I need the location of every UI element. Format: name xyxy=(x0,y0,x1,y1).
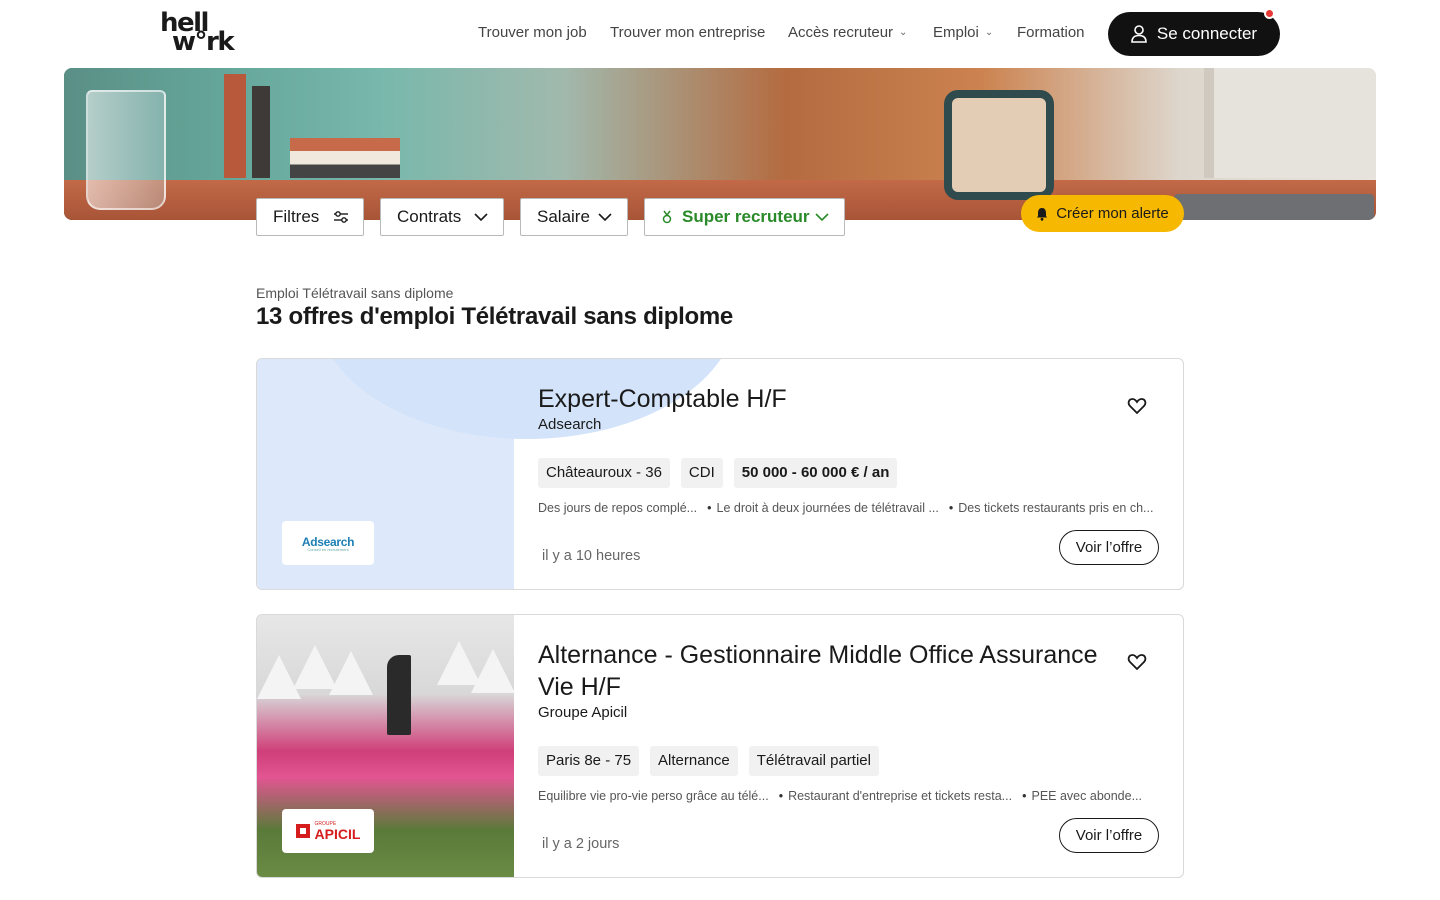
chevron-down-icon: ⌄ xyxy=(899,27,908,38)
heart-icon[interactable] xyxy=(1127,396,1147,416)
perk-item: • Restaurant d'entreprise et tickets rest… xyxy=(778,789,1013,803)
notification-dot xyxy=(1264,8,1275,19)
contract-tag: CDI xyxy=(680,458,723,488)
award-icon xyxy=(662,210,672,224)
login-label: Se connecter xyxy=(1156,24,1258,43)
logo-line-2: w°rk xyxy=(172,27,235,57)
screen-illustration xyxy=(1204,68,1376,178)
job-tags: Paris 8e - 75 Alternance Télétravail par… xyxy=(538,746,879,776)
contrats-dropdown[interactable]: Contrats xyxy=(380,198,504,236)
nav-label: Formation xyxy=(1017,24,1085,41)
perk-item: • Des tickets restaurants pris en ch... xyxy=(948,501,1154,515)
job-card-media: Adsearch Conseil en recrutement xyxy=(257,359,737,589)
sliders-icon xyxy=(334,211,348,223)
page-title: 13 offres d'emploi Télétravail sans dipl… xyxy=(256,303,733,330)
chevron-down-icon xyxy=(815,213,829,222)
job-card-body: Alternance - Gestionnaire Middle Office … xyxy=(538,615,1183,877)
company-logo-apicil: GROUPE APICIL xyxy=(282,809,374,853)
bell-icon xyxy=(1037,207,1048,221)
salary-tag: 50 000 - 60 000 € / an xyxy=(733,458,898,488)
super-recruteur-dropdown[interactable]: Super recruteur xyxy=(644,198,845,236)
nav-label: Accès recruteur xyxy=(788,24,894,41)
chevron-down-icon: ⌄ xyxy=(984,27,994,38)
site-header: hell w°rk Trouver mon job Trouver mon en… xyxy=(0,0,1440,68)
book-illustration xyxy=(252,86,270,178)
perk-item: Equilibre vie pro-vie perso grâce au tél… xyxy=(538,789,769,803)
job-tags: Châteauroux - 36 CDI 50 000 - 60 000 € /… xyxy=(538,458,898,488)
contrats-label: Contrats xyxy=(397,207,462,226)
location-tag: Châteauroux - 36 xyxy=(538,458,670,488)
perk-item: Des jours de repos complé... xyxy=(538,501,698,515)
filtres-label: Filtres xyxy=(273,207,320,226)
voir-offre-button[interactable]: Voir l’offre xyxy=(1059,530,1159,565)
location-tag: Paris 8e - 75 xyxy=(538,746,640,776)
create-alert-label: Créer mon alerte xyxy=(1056,205,1169,222)
job-card[interactable]: Adsearch Conseil en recrutement Expert-C… xyxy=(256,358,1184,590)
super-recruteur-label: Super recruteur xyxy=(682,207,810,226)
remote-tag: Télétravail partiel xyxy=(748,746,879,776)
nav-acces-recruteur[interactable]: Accès recruteur ⌄ xyxy=(788,24,907,41)
filtres-button[interactable]: Filtres xyxy=(256,198,364,236)
keyboard-illustration xyxy=(1174,194,1374,220)
contract-tag: Alternance xyxy=(650,746,738,776)
salaire-dropdown[interactable]: Salaire xyxy=(520,198,628,236)
nav-formation[interactable]: Formation xyxy=(1017,24,1085,41)
create-alert-button[interactable]: Créer mon alerte xyxy=(1021,195,1184,232)
nav-trouver-mon-job[interactable]: Trouver mon job xyxy=(478,24,587,41)
logo-text: APICIL xyxy=(314,825,361,842)
nav-label: Trouver mon entreprise xyxy=(610,24,766,41)
company-logo-adsearch: Adsearch Conseil en recrutement xyxy=(282,521,374,565)
job-title[interactable]: Expert-Comptable H/F xyxy=(538,383,1108,415)
apicil-square-icon xyxy=(295,824,310,838)
nav-trouver-mon-entreprise[interactable]: Trouver mon entreprise xyxy=(610,24,765,41)
book-illustration xyxy=(224,74,246,178)
tents-illustration xyxy=(257,641,515,715)
nav-label: Emploi xyxy=(933,24,979,41)
hellowork-logo[interactable]: hell w°rk xyxy=(160,10,252,57)
rolodex-illustration xyxy=(944,90,1054,200)
job-perks: Des jours de repos complé... • Le droit à… xyxy=(538,501,1153,515)
job-title[interactable]: Alternance - Gestionnaire Middle Office … xyxy=(538,639,1108,703)
posted-time: il y a 2 jours xyxy=(542,836,620,852)
job-card[interactable]: GROUPE APICIL Alternance - Gestionnaire … xyxy=(256,614,1184,878)
job-card-media: GROUPE APICIL xyxy=(257,615,515,877)
logo-subtext: Conseil en recrutement xyxy=(307,546,349,552)
glass-illustration xyxy=(86,90,166,210)
heart-icon[interactable] xyxy=(1127,652,1147,672)
user-icon xyxy=(1131,25,1147,43)
job-card-body: Expert-Comptable H/F Adsearch Châteaurou… xyxy=(538,359,1183,589)
perk-item: • PEE avec abonde... xyxy=(1022,789,1142,803)
posted-time: il y a 10 heures xyxy=(542,548,641,564)
chevron-down-icon xyxy=(474,213,488,222)
flag-illustration xyxy=(387,655,411,735)
company-name: Groupe Apicil xyxy=(538,704,628,721)
nav-label: Trouver mon job xyxy=(478,24,587,41)
company-name: Adsearch xyxy=(538,416,602,433)
login-button[interactable]: Se connecter xyxy=(1108,8,1280,56)
voir-offre-button[interactable]: Voir l’offre xyxy=(1059,818,1159,853)
chevron-down-icon xyxy=(598,213,612,222)
salaire-label: Salaire xyxy=(537,207,590,226)
job-perks: Equilibre vie pro-vie perso grâce au tél… xyxy=(538,789,1142,803)
books-illustration xyxy=(290,138,400,178)
nav-emploi[interactable]: Emploi ⌄ xyxy=(933,24,993,41)
perk-item: • Le droit à deux journées de télétravail… xyxy=(707,501,939,515)
breadcrumb[interactable]: Emploi Télétravail sans diplome xyxy=(256,285,453,301)
